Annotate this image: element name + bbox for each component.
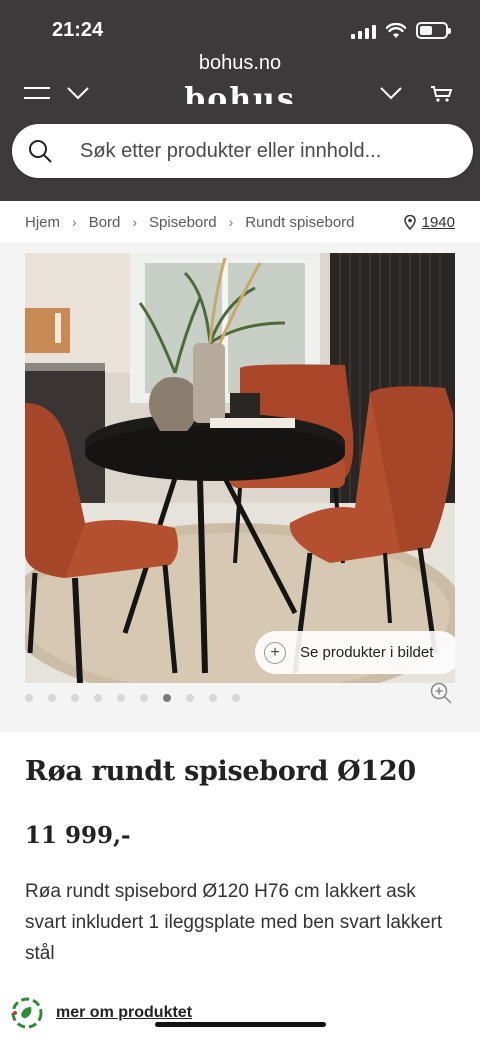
- gallery-dot-active[interactable]: [163, 694, 171, 702]
- gallery-dot[interactable]: [209, 694, 217, 702]
- breadcrumb-bord[interactable]: Bord: [89, 214, 121, 231]
- chevron-down-icon[interactable]: [66, 86, 90, 100]
- battery-icon: [416, 22, 451, 39]
- gallery-dot[interactable]: [71, 694, 79, 702]
- cellular-signal-icon: [351, 23, 376, 39]
- gallery-dot[interactable]: [117, 694, 125, 702]
- gallery-dot[interactable]: [25, 694, 33, 702]
- product-photo-illustration: [25, 253, 455, 683]
- gallery-dot[interactable]: [48, 694, 56, 702]
- breadcrumb: Hjem › Bord › Spisebord › Rundt spisebor…: [0, 202, 480, 242]
- gallery-pagination[interactable]: [25, 694, 240, 702]
- product-photo[interactable]: + Se produkter i bildet: [25, 253, 455, 683]
- eco-badge-icon: [11, 997, 43, 1029]
- gallery-dot[interactable]: [186, 694, 194, 702]
- status-time: 21:24: [52, 19, 104, 41]
- account-chevron-icon[interactable]: [379, 86, 403, 100]
- more-about-product-link[interactable]: mer om produktet: [56, 1004, 192, 1022]
- chevron-right-icon: ›: [72, 214, 77, 230]
- gallery-dot[interactable]: [232, 694, 240, 702]
- store-location[interactable]: 1940: [403, 214, 455, 231]
- gallery-dot[interactable]: [140, 694, 148, 702]
- shop-the-look-button[interactable]: + Se produkter i bildet: [255, 631, 455, 674]
- search-icon: [29, 140, 52, 163]
- location-pin-icon: [403, 214, 416, 230]
- status-icons: [351, 22, 451, 39]
- chevron-right-icon: ›: [132, 214, 138, 230]
- breadcrumb-home[interactable]: Hjem: [25, 214, 60, 231]
- menu-icon[interactable]: [24, 86, 50, 100]
- cart-icon[interactable]: [431, 86, 453, 102]
- home-indicator[interactable]: [155, 1022, 326, 1027]
- browser-url[interactable]: bohus.no: [0, 52, 480, 75]
- product-gallery: + Se produkter i bildet: [0, 242, 480, 732]
- wifi-icon: [386, 22, 406, 38]
- breadcrumb-spisebord[interactable]: Spisebord: [149, 214, 217, 231]
- product-title: Røa rundt spisebord Ø120: [25, 756, 416, 787]
- gallery-dot[interactable]: [94, 694, 102, 702]
- search-bar[interactable]: [12, 124, 473, 178]
- search-input[interactable]: [80, 139, 440, 163]
- plus-icon: +: [264, 641, 286, 664]
- shop-the-look-label: Se produkter i bildet: [300, 644, 434, 661]
- zoom-in-icon[interactable]: [430, 682, 452, 704]
- chevron-right-icon: ›: [228, 214, 234, 230]
- top-header: 21:24 bohus.no bohus: [0, 0, 480, 201]
- product-price: 11 999,-: [25, 822, 131, 849]
- store-postcode[interactable]: 1940: [422, 214, 455, 231]
- breadcrumb-rundt-spisebord[interactable]: Rundt spisebord: [245, 214, 354, 231]
- product-description: Røa rundt spisebord Ø120 H76 cm lakkert …: [25, 881, 443, 964]
- site-nav: bohus: [0, 78, 480, 114]
